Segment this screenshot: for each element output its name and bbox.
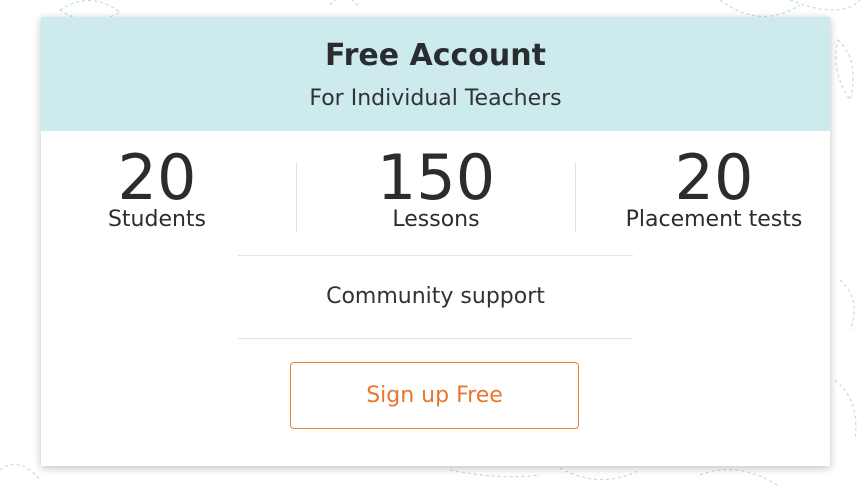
- stat-students: 20 Students: [59, 143, 255, 233]
- stat-lessons: 150 Lessons: [338, 143, 534, 233]
- stat-placement-tests: 20 Placement tests: [596, 143, 832, 233]
- stat-label: Placement tests: [625, 207, 803, 232]
- stat-divider: [575, 162, 576, 232]
- pricing-card: Free Account For Individual Teachers 20 …: [41, 17, 830, 466]
- feature-divider: [238, 338, 633, 339]
- plan-title: Free Account: [325, 38, 546, 73]
- card-header: Free Account For Individual Teachers: [41, 17, 830, 131]
- stat-value: 150: [376, 141, 496, 214]
- feature-divider: [238, 255, 633, 256]
- sign-up-free-button[interactable]: Sign up Free: [290, 362, 579, 429]
- stat-value: 20: [117, 141, 197, 214]
- plan-subtitle: For Individual Teachers: [309, 86, 562, 111]
- stat-value: 20: [674, 141, 754, 214]
- stat-label: Lessons: [392, 207, 480, 232]
- feature-community-support: Community support: [326, 284, 545, 309]
- stat-label: Students: [107, 207, 207, 232]
- stat-divider: [296, 162, 297, 232]
